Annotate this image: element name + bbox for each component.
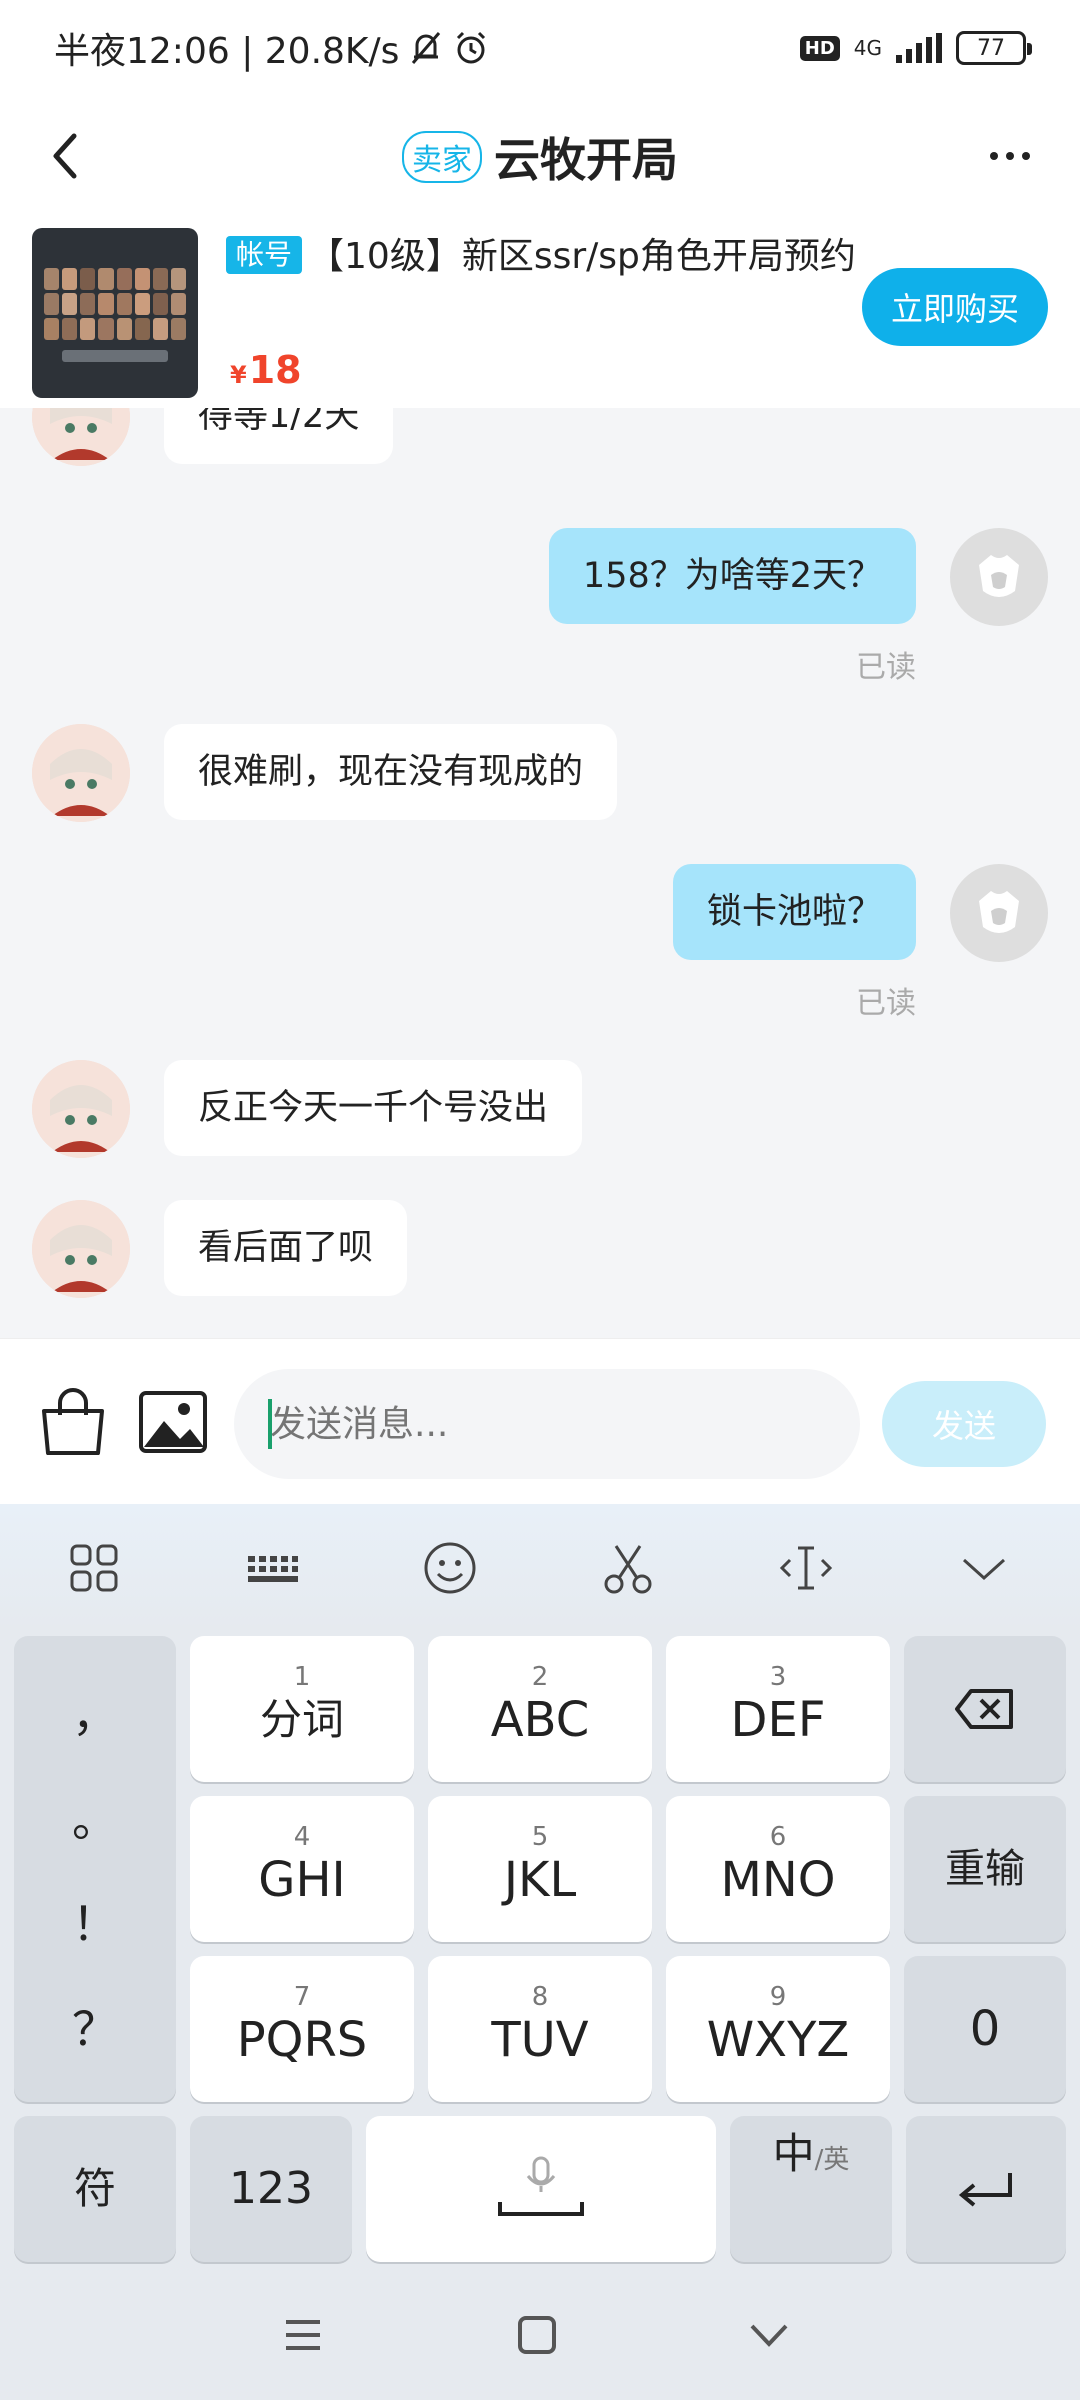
- buy-now-button[interactable]: 立即购买: [862, 268, 1048, 346]
- message-bubble[interactable]: 很难刷，现在没有现成的: [164, 724, 618, 820]
- key-9[interactable]: 9 WXYZ: [666, 1956, 890, 2102]
- period-key[interactable]: 。: [72, 1784, 118, 1850]
- image-icon[interactable]: [136, 1385, 210, 1459]
- space-key[interactable]: [366, 2116, 716, 2262]
- numbers-key[interactable]: 123: [190, 2116, 352, 2262]
- product-price: ¥18: [230, 348, 302, 392]
- microphone-icon: [498, 2156, 584, 2216]
- punctuation-column[interactable]: ， 。 ！ ？: [14, 1636, 176, 2102]
- enter-key[interactable]: [906, 2116, 1066, 2262]
- message-bubble[interactable]: 反正今天一千个号没出: [164, 1060, 583, 1156]
- keyboard-toolbar: [0, 1504, 1080, 1630]
- chat-header: 卖家 云牧开局: [0, 96, 1080, 218]
- cursor-move-icon[interactable]: [776, 1538, 836, 1598]
- zero-key[interactable]: 0: [904, 1956, 1066, 2102]
- enter-icon: [958, 2173, 1012, 2207]
- message-bubble[interactable]: 锁卡池啦？: [672, 864, 916, 960]
- system-navigation-bar: [0, 2270, 1080, 2400]
- read-status: 已读: [856, 650, 916, 685]
- message-bubble[interactable]: 看后面了呗: [164, 1200, 408, 1296]
- key-4[interactable]: 4 GHI: [190, 1796, 414, 1942]
- backspace-icon: [955, 1689, 1013, 1729]
- network-label: 4G: [853, 36, 882, 60]
- emoji-icon[interactable]: [420, 1538, 480, 1598]
- key-7[interactable]: 7 PQRS: [190, 1956, 414, 2102]
- back-arrow-icon[interactable]: [36, 126, 96, 186]
- question-key[interactable]: ？: [72, 1993, 118, 2059]
- key-3[interactable]: 3 DEF: [666, 1636, 890, 1782]
- key-8[interactable]: 8 TUV: [428, 1956, 652, 2102]
- account-tag: 帐号: [226, 236, 303, 274]
- menu-icon[interactable]: [278, 2310, 328, 2360]
- mute-bell-icon: [412, 32, 441, 64]
- ime-keyboard: ， 。 ！ ？ 1 分词 2 ABC 3 DEF 4 GHI 5 JKL 6 M…: [0, 1504, 1080, 2400]
- seller-avatar[interactable]: [32, 1200, 130, 1298]
- battery-level: 77: [977, 35, 1005, 61]
- home-icon[interactable]: [512, 2310, 562, 2360]
- message-input[interactable]: [234, 1369, 860, 1479]
- apps-grid-icon[interactable]: [64, 1538, 124, 1598]
- back-chevron-icon[interactable]: [744, 2310, 794, 2360]
- signal-icon: [896, 33, 942, 63]
- currency-symbol: ¥: [230, 361, 247, 389]
- product-thumbnail[interactable]: [32, 228, 198, 398]
- alarm-icon: [457, 31, 486, 64]
- chat-messages[interactable]: 得等1/2天 158？为啥等2天？ 已读 很难刷，现在没有现成的 锁卡池啦？ 已…: [0, 408, 1080, 1338]
- page-title: 云牧开局: [494, 133, 678, 187]
- collapse-keyboard-icon[interactable]: [954, 1538, 1014, 1598]
- status-time-speed: 半夜12:06 | 20.8K/s: [54, 31, 400, 72]
- reinput-key[interactable]: 重输: [904, 1796, 1066, 1942]
- send-button[interactable]: 发送: [882, 1381, 1046, 1467]
- status-bar: 半夜12:06 | 20.8K/s HD 4G 77: [0, 0, 1080, 96]
- price-value: 18: [248, 348, 302, 392]
- key-5[interactable]: 5 JKL: [428, 1796, 652, 1942]
- product-card[interactable]: 帐号 【10级】新区ssr/sp角色开局预约 ¥18 立即购买: [0, 218, 1080, 408]
- seller-avatar[interactable]: [32, 408, 130, 466]
- backspace-key[interactable]: [904, 1636, 1066, 1782]
- keyboard-icon[interactable]: [242, 1538, 302, 1598]
- product-title[interactable]: 帐号 【10级】新区ssr/sp角色开局预约: [226, 228, 866, 286]
- read-status: 已读: [856, 986, 916, 1021]
- key-6[interactable]: 6 MNO: [666, 1796, 890, 1942]
- hd-badge: HD: [799, 35, 840, 61]
- key-1[interactable]: 1 分词: [190, 1636, 414, 1782]
- seller-avatar[interactable]: [32, 1060, 130, 1158]
- scissors-icon[interactable]: [598, 1538, 658, 1598]
- message-bubble[interactable]: 得等1/2天: [164, 408, 394, 464]
- product-title-text: 【10级】新区ssr/sp角色开局预约: [308, 236, 856, 277]
- battery-icon: 77: [956, 31, 1032, 65]
- symbol-key[interactable]: 符: [14, 2116, 176, 2262]
- exclamation-key[interactable]: ！: [72, 1888, 118, 1954]
- my-avatar[interactable]: [950, 528, 1048, 626]
- shopping-bag-icon[interactable]: [36, 1385, 110, 1459]
- text-caret: [268, 1399, 272, 1449]
- message-bubble[interactable]: 158？为啥等2天？: [548, 528, 916, 624]
- composer-bar: 发送: [0, 1338, 1080, 1504]
- more-options-icon[interactable]: [980, 126, 1040, 186]
- comma-key[interactable]: ，: [72, 1679, 118, 1745]
- key-2[interactable]: 2 ABC: [428, 1636, 652, 1782]
- language-switch-key[interactable]: 中 /英: [730, 2116, 892, 2262]
- my-avatar[interactable]: [950, 864, 1048, 962]
- seller-badge: 卖家: [402, 131, 482, 183]
- seller-avatar[interactable]: [32, 724, 130, 822]
